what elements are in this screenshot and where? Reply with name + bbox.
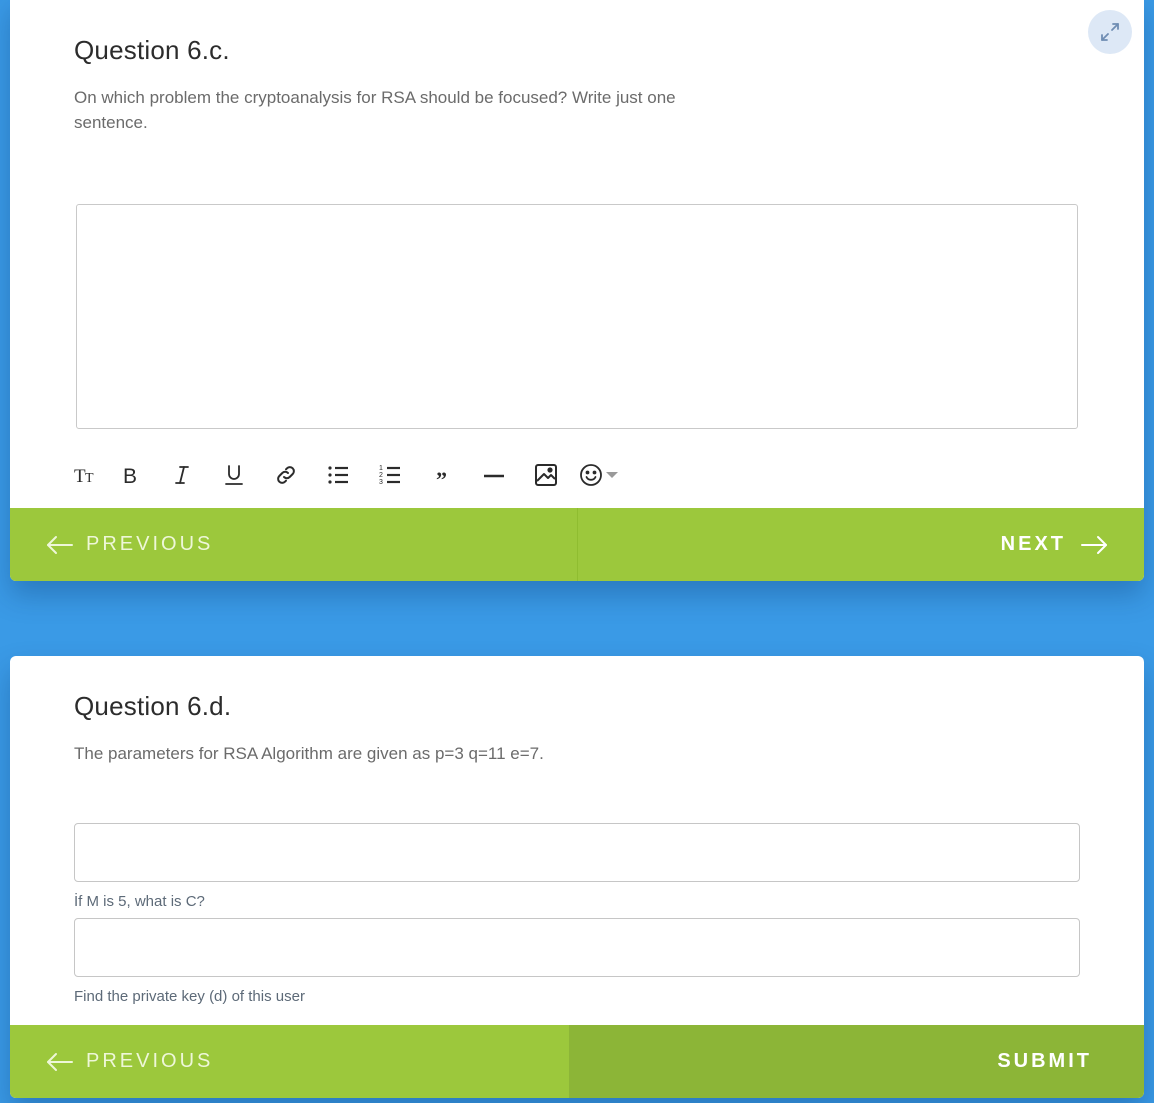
horizontal-rule-icon [484, 474, 504, 478]
question-card-6c: Question 6.c. On which problem the crypt… [10, 0, 1144, 581]
svg-text:3: 3 [379, 479, 383, 486]
previous-button[interactable]: PREVIOUS [10, 508, 577, 581]
expand-icon [1101, 23, 1119, 41]
svg-text:1: 1 [379, 465, 383, 472]
bullet-list-icon [328, 466, 348, 484]
italic-icon [175, 466, 189, 484]
underline-button[interactable] [208, 456, 260, 494]
navigation-bar: PREVIOUS NEXT [10, 508, 1144, 581]
editor-toolbar: T T B 1 2 3 ” [74, 456, 628, 494]
ciphertext-caption: İf M is 5, what is C? [74, 893, 205, 910]
svg-text:”: ” [436, 467, 447, 487]
question-text: On which problem the cryptoanalysis for … [74, 88, 676, 132]
navigation-bar: PREVIOUS SUBMIT [10, 1025, 1144, 1098]
horizontal-rule-button[interactable] [468, 456, 520, 494]
underline-icon [225, 465, 243, 485]
italic-button[interactable] [156, 456, 208, 494]
question-title: Question 6.d. [74, 691, 232, 721]
link-button[interactable] [260, 456, 312, 494]
numbered-list-icon: 1 2 3 [379, 465, 400, 486]
quote-button[interactable]: ” [416, 456, 468, 494]
numbered-list-button[interactable]: 1 2 3 [364, 456, 416, 494]
emoji-button[interactable] [572, 456, 628, 494]
svg-text:B: B [123, 465, 137, 487]
chevron-down-icon [606, 472, 618, 478]
previous-label: PREVIOUS [86, 533, 214, 555]
text-size-button[interactable]: T T [74, 456, 104, 494]
bold-icon: B [123, 465, 137, 487]
question-title: Question 6.c. [74, 35, 230, 65]
text-size-icon: T T [74, 466, 94, 487]
answer-editor[interactable] [76, 204, 1078, 429]
expand-button[interactable] [1088, 10, 1132, 54]
next-label: NEXT [1000, 533, 1066, 555]
bullet-list-button[interactable] [312, 456, 364, 494]
previous-label: PREVIOUS [86, 1050, 214, 1072]
submit-button[interactable]: SUBMIT [569, 1025, 1144, 1098]
arrow-right-icon [1081, 535, 1107, 554]
bold-button[interactable]: B [104, 456, 156, 494]
question-text: The parameters for RSA Algorithm are giv… [74, 744, 544, 763]
private-key-caption: Find the private key (d) of this user [74, 988, 305, 1005]
quote-icon: ” [436, 467, 447, 487]
previous-button[interactable]: PREVIOUS [10, 1025, 569, 1098]
svg-text:T: T [85, 471, 94, 486]
arrow-left-icon [47, 1052, 73, 1071]
svg-text:2: 2 [379, 472, 383, 479]
arrow-left-icon [47, 535, 73, 554]
image-button[interactable] [520, 456, 572, 494]
ciphertext-answer-input[interactable] [74, 823, 1080, 882]
private-key-answer-input[interactable] [74, 918, 1080, 977]
submit-label: SUBMIT [997, 1050, 1092, 1072]
emoji-icon [580, 464, 602, 486]
question-card-6d: Question 6.d. The parameters for RSA Alg… [10, 656, 1144, 1098]
link-icon [277, 466, 295, 484]
image-icon [535, 464, 557, 486]
next-button[interactable]: NEXT [576, 508, 1144, 581]
